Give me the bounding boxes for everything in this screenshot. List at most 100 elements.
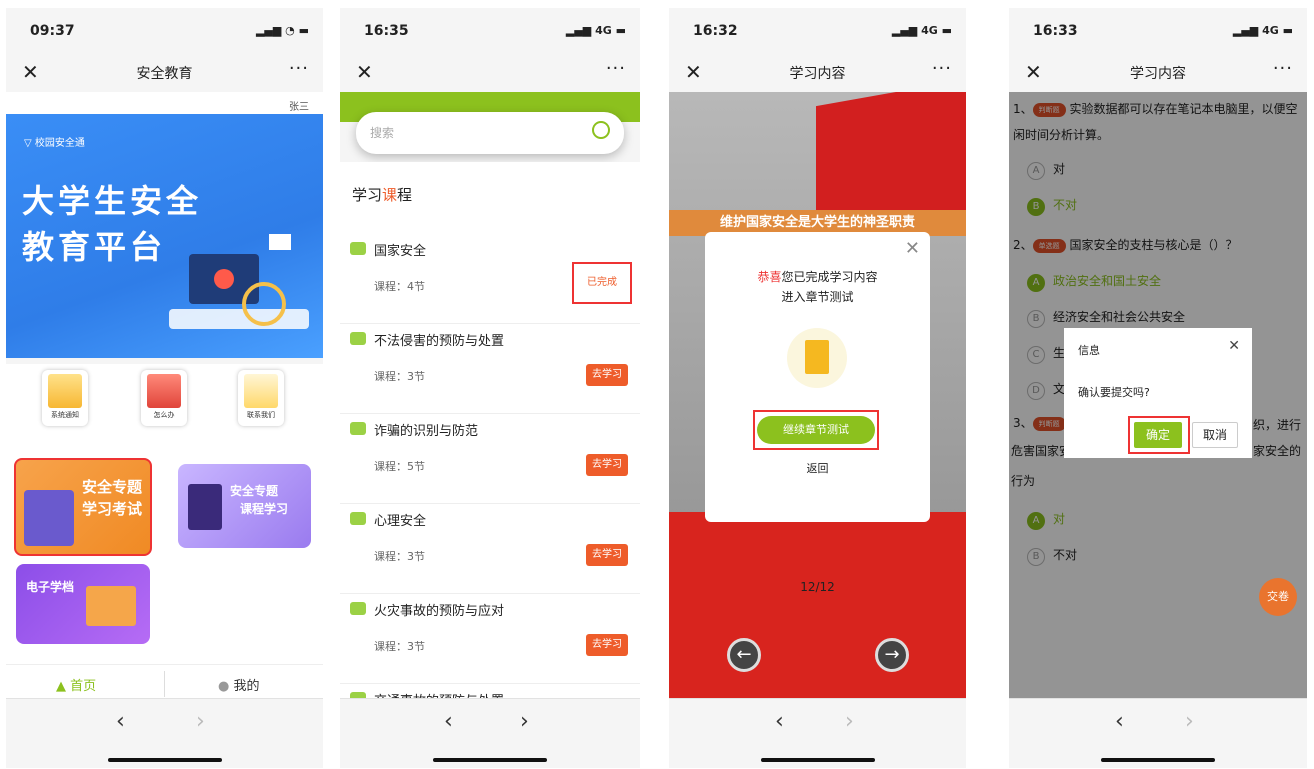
more-icon[interactable]: ··· — [606, 58, 626, 79]
signal-icon: ▂▄▆ ◔ ▬ — [255, 24, 309, 37]
brand-name: 校园安全通 — [34, 138, 85, 149]
user-icon: ● — [218, 679, 230, 694]
network-label: 4G — [1262, 24, 1279, 37]
section-title-b: 课 — [382, 186, 398, 204]
status-time: 09:37 — [30, 23, 75, 39]
search-icon[interactable] — [592, 121, 610, 139]
scroll-icon — [787, 328, 847, 388]
list-item: 心理安全 课程：3节 去学习 — [340, 504, 640, 594]
close-icon[interactable]: ✕ — [1228, 338, 1240, 354]
next-arrow-icon[interactable]: → — [875, 638, 909, 672]
course-name: 诈骗的识别与防范 — [374, 424, 479, 439]
howto-button[interactable]: 怎么办 — [141, 370, 187, 426]
signal-icon: ▂▄▆ 4G ▬ — [1232, 24, 1293, 37]
tab-divider — [164, 671, 165, 697]
nav-bar: ✕ ··· — [340, 52, 640, 92]
archive-icon — [86, 586, 136, 626]
archive-card-label: 电子学档 — [26, 580, 75, 594]
study-button[interactable]: 去学习 — [586, 544, 628, 566]
search-input[interactable]: 搜索 — [356, 112, 624, 154]
red-footer-art — [669, 512, 966, 712]
page-title: 学习内容 — [789, 66, 846, 82]
study-button[interactable]: 去学习 — [586, 454, 628, 476]
complete-text: 您已完成学习内容 — [781, 270, 878, 284]
home-icon: ▲ — [56, 679, 66, 694]
notice-button[interactable]: 系统通知 — [42, 370, 88, 426]
tab-home[interactable]: ▲ 首页 — [56, 675, 96, 694]
signal-icon: ▂▄▆ 4G ▬ — [565, 24, 626, 37]
course-count: 课程：3节 — [374, 370, 425, 383]
back-icon[interactable]: ‹ — [444, 709, 453, 734]
browser-bar: ‹ › — [1009, 698, 1307, 768]
tab-me[interactable]: ● 我的 — [218, 675, 260, 694]
back-link[interactable]: 返回 — [705, 460, 930, 476]
close-icon[interactable]: ✕ — [905, 238, 920, 259]
back-icon[interactable]: ‹ — [775, 709, 784, 734]
forward-icon[interactable]: › — [520, 709, 529, 734]
course-count: 课程：3节 — [374, 550, 425, 563]
page-title: 学习内容 — [1130, 66, 1186, 82]
cancel-button[interactable]: 取消 — [1192, 422, 1238, 448]
status-time: 16:35 — [364, 23, 409, 39]
completion-modal: ✕ 恭喜您已完成学习内容 进入章节测试 继续章节测试 返回 — [705, 232, 930, 522]
nav-bar: ✕ 学习内容 ··· — [669, 52, 966, 92]
exam-card-line1: 安全专题 — [82, 478, 143, 496]
back-icon[interactable]: ‹ — [1115, 709, 1124, 734]
status-bar: 16:33 ▂▄▆ 4G ▬ — [1009, 8, 1307, 52]
server-icon — [188, 484, 222, 530]
banner: ▽ 校园安全通 大学生安全 教育平台 — [6, 114, 323, 358]
book-icon — [350, 512, 366, 525]
submit-exam-button[interactable]: 交卷 — [1259, 578, 1297, 616]
course-card[interactable]: 安全专题 课程学习 — [178, 464, 311, 548]
contact-button[interactable]: 联系我们 — [238, 370, 284, 426]
browser-bar: ‹ › — [6, 698, 323, 768]
username-label: 张三 — [6, 92, 323, 114]
more-icon[interactable]: ··· — [932, 58, 952, 79]
back-icon[interactable]: ‹ — [116, 709, 125, 734]
status-bar: 16:32 ▂▄▆ 4G ▬ — [669, 8, 966, 52]
page-title: 安全教育 — [136, 66, 193, 82]
study-button[interactable]: 去学习 — [586, 364, 628, 386]
exam-card[interactable]: 安全专题 学习考试 — [14, 458, 152, 556]
course-count: 课程：5节 — [374, 460, 425, 473]
course-card-line1: 安全专题 — [230, 484, 279, 498]
course-name: 不法侵害的预防与处置 — [374, 334, 505, 349]
list-item: 火灾事故的预防与应对 课程：3节 去学习 — [340, 594, 640, 684]
course-list: 学习课程 国家安全 课程：4节 已完成 不法侵害的预防与处置 课程：3节 去学习… — [340, 162, 640, 709]
section-title-c: 程 — [397, 186, 413, 204]
close-icon[interactable]: ✕ — [356, 60, 373, 84]
more-icon[interactable]: ··· — [289, 58, 309, 79]
books-icon — [24, 490, 74, 546]
forward-icon[interactable]: › — [845, 709, 854, 734]
book-icon — [350, 242, 366, 255]
section-title: 学习课程 — [352, 184, 412, 205]
list-item: 不法侵害的预防与处置 课程：3节 去学习 — [340, 324, 640, 414]
phone-course-list: 16:35 ▂▄▆ 4G ▬ ✕ ··· 搜索 学习课程 国家安全 课程：4节 … — [340, 8, 640, 768]
continue-test-button[interactable]: 继续章节测试 — [757, 416, 875, 444]
forward-icon[interactable]: › — [196, 709, 205, 734]
archive-card[interactable]: 电子学档 — [16, 564, 150, 644]
book-icon — [350, 332, 366, 345]
home-indicator — [1101, 758, 1215, 762]
course-name: 火灾事故的预防与应对 — [374, 604, 505, 619]
dialog-title: 信息 — [1078, 344, 1100, 357]
phone-learning-complete: 16:32 ▂▄▆ 4G ▬ ✕ 学习内容 ··· 维护国家安全是大学生的神圣职… — [669, 8, 966, 768]
course-name: 国家安全 — [374, 244, 427, 259]
tab-home-label: 首页 — [70, 679, 97, 694]
list-item: 国家安全 课程：4节 已完成 — [340, 234, 640, 324]
tab-me-label: 我的 — [233, 679, 260, 694]
book-icon — [350, 602, 366, 615]
modal-message-line2: 进入章节测试 — [781, 290, 854, 304]
howto-label: 怎么办 — [153, 411, 175, 419]
course-card-line2: 课程学习 — [240, 502, 289, 516]
more-icon[interactable]: ··· — [1273, 58, 1293, 79]
home-indicator — [760, 758, 875, 762]
browser-bar: ‹ › — [340, 698, 640, 768]
banner-title-line2: 教育平台 — [22, 228, 167, 266]
prev-arrow-icon[interactable]: ← — [727, 638, 761, 672]
confirm-button[interactable]: 确定 — [1134, 422, 1182, 448]
study-button[interactable]: 去学习 — [586, 634, 628, 656]
forward-icon[interactable]: › — [1185, 709, 1194, 734]
mail-icon — [244, 374, 278, 408]
dialog-message: 确认要提交吗? — [1078, 386, 1150, 399]
